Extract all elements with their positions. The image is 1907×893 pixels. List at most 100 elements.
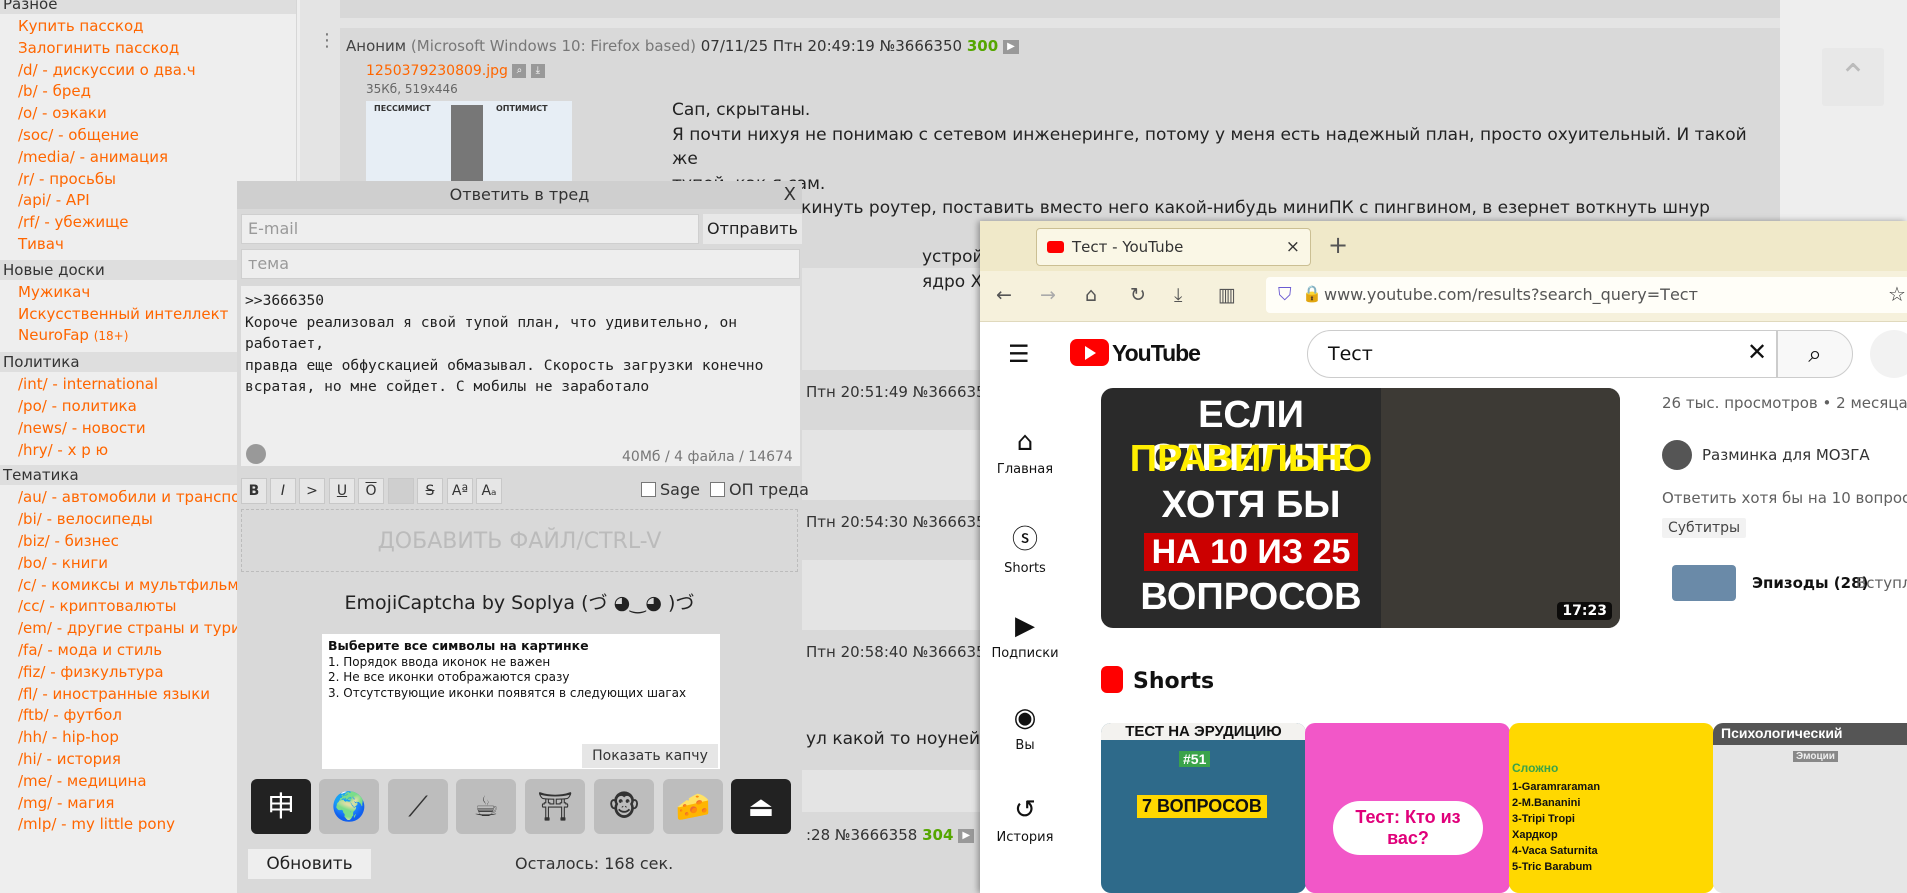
- section-title-misc: Разное: [0, 0, 296, 14]
- checkbox-icon: [641, 482, 656, 497]
- emoji-mate-icon[interactable]: ☕: [456, 779, 516, 834]
- post-image[interactable]: ПЕССИМИСТ ОПТИМИСТ: [366, 101, 572, 191]
- bookmark-star-icon[interactable]: ☆: [1888, 282, 1906, 306]
- short-card[interactable]: Сложно 1-Garamraraman 2-M.Bananini 3-Tri…: [1509, 723, 1714, 893]
- channel-name[interactable]: Разминка для МОЗГА: [1702, 446, 1870, 464]
- short-line: 1-Garamraraman: [1512, 781, 1601, 793]
- episodes-thumbnail[interactable]: [1672, 565, 1736, 601]
- quote-button[interactable]: >: [299, 478, 325, 504]
- close-tab-icon[interactable]: ×: [1286, 229, 1300, 265]
- play-icon[interactable]: ▶: [958, 828, 975, 843]
- episodes-label[interactable]: Эпизоды (28): [1752, 574, 1868, 592]
- url-text[interactable]: www.youtube.com/results?search_query=Тес…: [1324, 277, 1698, 313]
- forward-icon[interactable]: →: [1040, 284, 1056, 306]
- post-date: 07/11/25 Птн 20:49:19: [700, 37, 875, 55]
- reload-icon[interactable]: ↻: [1130, 284, 1146, 306]
- short-title: Психологический: [1721, 725, 1843, 741]
- upload-icon[interactable]: [246, 444, 266, 464]
- board-link[interactable]: Залогинить пасскод: [0, 38, 296, 60]
- emoji-stick-icon[interactable]: ⟋: [388, 779, 448, 834]
- menu-icon[interactable]: ☰: [1008, 340, 1030, 368]
- short-card[interactable]: Тест: Кто из вас?: [1305, 723, 1510, 893]
- lock-icon[interactable]: 🔒: [1302, 284, 1322, 303]
- scroll-up-button[interactable]: ⌃: [1822, 48, 1884, 106]
- board-link[interactable]: Купить пасскод: [0, 16, 296, 38]
- superscript-button[interactable]: Aª: [447, 478, 473, 504]
- underline-button[interactable]: U: [329, 478, 355, 504]
- thumbnail-text-box: НА 10 ИЗ 25: [1101, 530, 1401, 573]
- short-line: 5-Tric Barabum: [1512, 861, 1593, 873]
- download-icon[interactable]: ⤓: [530, 64, 545, 78]
- sage-checkbox[interactable]: Sage: [641, 480, 700, 499]
- emoji-monkey-icon[interactable]: 🐵: [594, 779, 654, 834]
- nav-bar: ← → ⌂ ↻ ⤓ ▥ ⛉ 🔒 www.youtube.com/results?…: [980, 271, 1907, 322]
- short-title: ТЕСТ НА ЭРУДИЦИЮ: [1101, 723, 1306, 740]
- post-number[interactable]: №3666350: [880, 37, 962, 55]
- post-header: Птн 20:54:30 №366635: [806, 513, 986, 531]
- board-link[interactable]: /media/ - анимация: [0, 147, 296, 169]
- subscript-button[interactable]: Aₐ: [476, 478, 502, 504]
- italic-button[interactable]: I: [270, 478, 296, 504]
- youtube-search-button[interactable]: ⌕: [1777, 330, 1853, 378]
- comment-textarea[interactable]: >>3666350 Короче реализовал я свой тупой…: [241, 286, 800, 466]
- spoiler-button[interactable]: [388, 478, 414, 504]
- board-link[interactable]: /b/ - бред: [0, 81, 296, 103]
- close-icon[interactable]: X: [784, 181, 796, 209]
- subscriptions-icon: ▶: [1015, 611, 1035, 641]
- overline-button[interactable]: O: [358, 478, 384, 504]
- tab-youtube[interactable]: Тест - YouTube ×: [1036, 228, 1311, 266]
- firefox-window: Тест - YouTube × + ← → ⌂ ↻ ⤓ ▥ ⛉ 🔒 www.yo…: [980, 221, 1907, 893]
- show-captcha-button[interactable]: Показать капчу: [582, 744, 718, 768]
- post-author: Аноним: [346, 37, 407, 55]
- board-link[interactable]: /soc/ - общение: [0, 125, 296, 147]
- shorts-icon: ⓢ: [1011, 525, 1038, 555]
- youtube-logo[interactable]: YouTube: [1070, 339, 1201, 367]
- play-icon[interactable]: ▶: [1002, 39, 1019, 54]
- send-button[interactable]: Отправить: [703, 214, 802, 244]
- youtube-search-input[interactable]: Тест: [1307, 330, 1777, 378]
- nav-history[interactable]: ↺ История: [980, 795, 1070, 845]
- emoji-globe-icon[interactable]: 🌍: [319, 779, 379, 834]
- nav-label: Главная: [996, 462, 1054, 477]
- shield-icon[interactable]: ⛉: [1278, 284, 1292, 305]
- refresh-button[interactable]: Обновить: [248, 849, 371, 879]
- post-useragent: (Microsoft Windows 10: Firefox based): [410, 37, 696, 55]
- reply-form-header[interactable]: Ответить в тред X: [237, 181, 802, 209]
- post-number: :28 №3666358: [806, 826, 918, 844]
- nav-home[interactable]: ⌂ Главная: [980, 427, 1070, 477]
- emoji-cheese-icon[interactable]: 🧀: [663, 779, 723, 834]
- board-link[interactable]: /o/ - оэкаки: [0, 103, 296, 125]
- short-card[interactable]: ТЕСТ НА ЭРУДИЦИЮ #51 7 ВОПРОСОВ: [1101, 723, 1306, 893]
- downloads-icon[interactable]: ⤓: [1174, 284, 1182, 306]
- short-card[interactable]: Психологический Эмоции: [1713, 723, 1907, 893]
- email-field[interactable]: E-mail: [241, 214, 699, 244]
- new-tab-icon[interactable]: +: [1328, 231, 1348, 259]
- back-icon[interactable]: ←: [996, 284, 1012, 306]
- board-link[interactable]: /d/ - дискуссии о два.ч: [0, 60, 296, 82]
- nav-subscriptions[interactable]: ▶ Подписки: [980, 611, 1070, 661]
- emoji-pray-icon[interactable]: ⛩: [525, 779, 585, 834]
- nav-label: Shorts: [1004, 561, 1046, 576]
- emoji-eject-icon[interactable]: ⏏: [731, 779, 791, 834]
- strike-button[interactable]: S: [417, 478, 443, 504]
- nav-you[interactable]: ◉ Вы: [980, 703, 1070, 753]
- mic-icon[interactable]: [1870, 330, 1907, 378]
- post-menu-icon[interactable]: ⋮: [318, 30, 336, 51]
- video-thumbnail[interactable]: ЕСЛИ ОТВЕТИТЕ ПРАВИЛЬНО ХОТЯ БЫ НА 10 ИЗ…: [1101, 388, 1620, 628]
- limits-text: 40Мб / 4 файла / 14674: [622, 449, 793, 465]
- search-icon[interactable]: ⌕: [512, 64, 527, 78]
- emoji-kanji-icon[interactable]: 申: [251, 779, 311, 834]
- reader-view-icon[interactable]: ▥: [1218, 284, 1236, 306]
- captcha-timer: Осталось: 168 сек.: [515, 854, 674, 873]
- url-bar[interactable]: ⛉ 🔒 www.youtube.com/results?search_query…: [1266, 277, 1907, 313]
- channel-avatar[interactable]: [1662, 440, 1692, 470]
- checkbox-icon: [710, 482, 725, 497]
- op-checkbox[interactable]: ОП треда: [710, 480, 809, 499]
- home-icon[interactable]: ⌂: [1085, 284, 1097, 306]
- add-file-dropzone[interactable]: ДОБАВИТЬ ФАЙЛ/CTRL-V: [241, 509, 798, 572]
- file-name[interactable]: 1250379230809.jpg: [366, 63, 508, 79]
- bold-button[interactable]: B: [241, 478, 267, 504]
- clear-search-icon[interactable]: ✕: [1747, 338, 1767, 366]
- nav-shorts[interactable]: ⓢ Shorts: [980, 519, 1070, 576]
- subject-field[interactable]: тема: [241, 249, 800, 279]
